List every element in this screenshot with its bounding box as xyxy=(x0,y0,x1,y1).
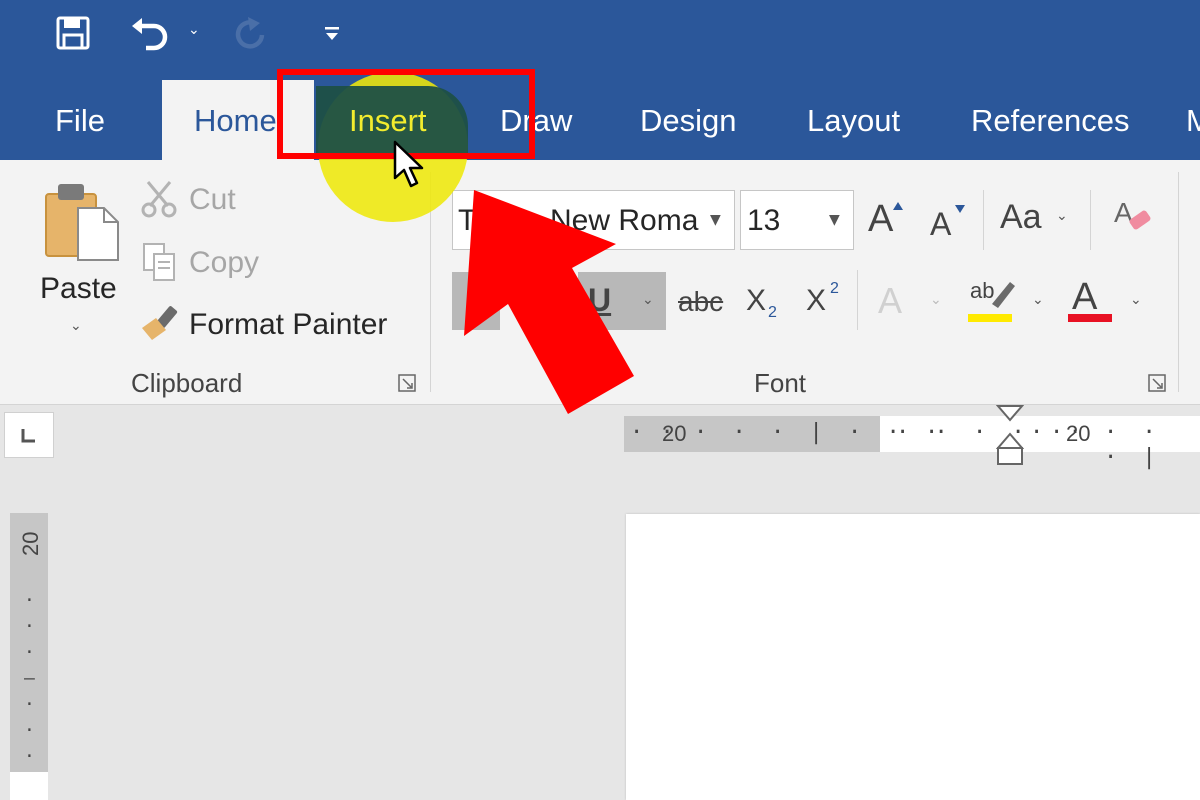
font-size-value: 13 xyxy=(747,204,781,237)
customize-qat-icon[interactable] xyxy=(324,26,340,42)
clipboard-dialog-launcher-icon[interactable] xyxy=(398,374,416,392)
shrink-font-arrow-icon xyxy=(955,200,965,213)
text-effects-dropdown-icon[interactable]: ⌄ xyxy=(930,292,942,308)
redo-icon[interactable] xyxy=(234,15,270,53)
vertical-ruler-ticks: ···—···· xyxy=(24,590,35,793)
font-color-dropdown-icon[interactable]: ⌄ xyxy=(1130,292,1142,308)
tab-design[interactable]: Design xyxy=(640,96,737,146)
clear-formatting-icon[interactable]: A xyxy=(1112,196,1152,238)
clipboard-group-label: Clipboard xyxy=(131,368,243,398)
ruler-ticks-end: · · · | xyxy=(1104,420,1162,470)
tab-mailings-partial[interactable]: M xyxy=(1186,96,1200,146)
tab-selector[interactable] xyxy=(4,412,54,458)
text-highlight-dropdown-icon[interactable]: ⌄ xyxy=(1032,292,1044,308)
group-separator xyxy=(1090,190,1091,250)
cut-icon xyxy=(140,180,178,218)
font-group-label: Font xyxy=(754,368,807,398)
tab-layout[interactable]: Layout xyxy=(807,96,900,146)
group-separator xyxy=(1178,172,1179,392)
font-size-dropdown-icon[interactable]: ▼ xyxy=(829,212,840,228)
mouse-cursor-icon xyxy=(392,140,426,190)
tab-home[interactable]: Home xyxy=(194,96,277,146)
group-separator xyxy=(857,270,858,330)
undo-icon[interactable] xyxy=(130,16,170,52)
font-color-swatch xyxy=(1068,314,1112,322)
format-painter-button[interactable]: Format Painter xyxy=(189,308,387,342)
group-separator xyxy=(983,190,984,250)
tab-file[interactable]: File xyxy=(55,96,105,146)
document-page[interactable] xyxy=(626,514,1200,800)
grow-font-arrow-icon xyxy=(893,197,903,210)
paste-dropdown-icon[interactable]: ⌄ xyxy=(70,318,82,334)
highlighter-pen-icon xyxy=(984,278,1016,308)
text-highlight-color-button[interactable] xyxy=(968,314,1012,322)
shrink-font-button[interactable]: A xyxy=(930,206,951,243)
save-icon[interactable] xyxy=(56,16,90,50)
vertical-ruler-label: 20 xyxy=(18,531,43,556)
change-case-dropdown-icon[interactable]: ⌄ xyxy=(1056,208,1068,224)
font-name-dropdown-icon[interactable]: ▼ xyxy=(710,212,721,228)
strikethrough-button[interactable]: abc xyxy=(678,286,723,318)
format-painter-icon xyxy=(140,304,180,342)
text-effects-button[interactable]: A xyxy=(878,280,902,322)
paste-icon[interactable] xyxy=(44,180,120,262)
change-case-button[interactable]: Aa xyxy=(1000,198,1042,237)
copy-icon xyxy=(142,242,178,282)
undo-dropdown-icon[interactable]: ⌄ xyxy=(188,22,200,38)
cut-button[interactable]: Cut xyxy=(189,183,236,217)
subscript-mark: 2 xyxy=(768,304,777,321)
grow-font-button[interactable]: A xyxy=(868,198,893,241)
superscript-mark: 2 xyxy=(830,280,839,297)
font-dialog-launcher-icon[interactable] xyxy=(1148,374,1166,392)
indent-marker-icon[interactable] xyxy=(995,404,1025,466)
paste-button[interactable]: Paste xyxy=(40,272,117,306)
ruler-label-right: 20 xyxy=(1066,421,1091,446)
vertical-ruler-page-area xyxy=(10,772,48,800)
subscript-button[interactable]: X xyxy=(746,284,766,318)
font-color-button[interactable]: A xyxy=(1072,276,1097,319)
annotation-red-arrow xyxy=(456,186,646,418)
copy-button[interactable]: Copy xyxy=(189,246,259,280)
tab-references[interactable]: References xyxy=(971,96,1130,146)
superscript-button[interactable]: X xyxy=(806,284,826,318)
ruler-label-left: 20 xyxy=(662,421,687,446)
